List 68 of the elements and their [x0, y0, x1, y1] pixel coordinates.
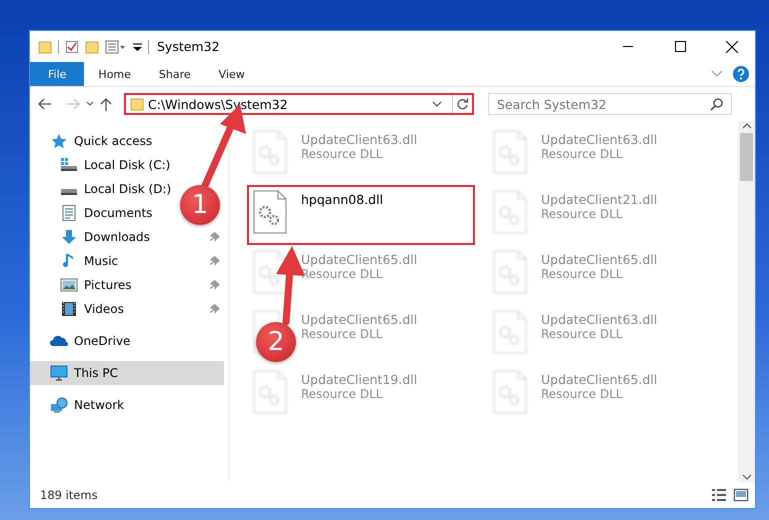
search-field[interactable]: Search System32: [488, 93, 732, 115]
recent-locations-button[interactable]: [86, 101, 94, 107]
dll-file-icon: [253, 250, 287, 294]
file-type: Resource DLL: [301, 267, 384, 281]
scrollbar[interactable]: [738, 121, 755, 482]
help-icon[interactable]: [733, 66, 749, 82]
dll-file-icon: [493, 190, 527, 234]
dll-file-icon: [253, 130, 287, 174]
nav-item[interactable]: This PC: [50, 365, 118, 381]
file-type: Resource DLL: [301, 147, 384, 161]
file-type: Resource DLL: [541, 147, 624, 161]
ribbon-tab[interactable]: View: [204, 62, 259, 86]
file-type: Resource DLL: [541, 327, 624, 341]
file-type: Resource DLL: [541, 387, 624, 401]
cloud-icon: [50, 333, 68, 349]
dll-file-icon: [493, 370, 527, 414]
nav-item[interactable]: Local Disk (D:): [60, 182, 172, 196]
star-icon: [50, 133, 68, 149]
drive-icon: [60, 188, 78, 196]
back-button[interactable]: [38, 98, 52, 110]
nav-item[interactable]: OneDrive: [50, 333, 130, 349]
nav-item[interactable]: Quick access: [50, 133, 152, 149]
film-icon: [60, 301, 78, 317]
nav-item[interactable]: Downloads: [60, 229, 150, 245]
scrollbar-thumb[interactable]: [740, 133, 753, 181]
drive-icon: [60, 157, 78, 173]
nav-item[interactable]: Documents: [60, 205, 152, 221]
ribbon-tab[interactable]: Home: [84, 62, 145, 86]
file-type: Resource DLL: [301, 387, 384, 401]
nav-item[interactable]: Videos: [60, 301, 124, 317]
network-icon: [50, 397, 68, 413]
monitor-icon: [50, 365, 68, 381]
nav-item[interactable]: Local Disk (C:): [60, 157, 170, 173]
customize-dropdown-icon[interactable]: [133, 42, 142, 52]
dropdown-icon[interactable]: [432, 101, 442, 107]
expand-ribbon-icon[interactable]: [711, 70, 723, 78]
ribbon-tab[interactable]: File: [30, 62, 84, 86]
dll-file-icon: [493, 310, 527, 354]
dll-file-icon: [253, 370, 287, 414]
nav-item[interactable]: Network: [50, 397, 124, 413]
scroll-up-icon[interactable]: [742, 121, 752, 131]
file-name[interactable]: hpqann08.dll: [301, 190, 384, 207]
address-field[interactable]: C:\Windows\System32: [124, 93, 474, 115]
dll-file-icon: [253, 190, 287, 234]
view-options-icon[interactable]: [105, 40, 127, 54]
close-icon[interactable]: [726, 40, 738, 52]
dll-file-icon: [493, 130, 527, 174]
file-type: Resource DLL: [301, 327, 384, 341]
up-button[interactable]: [100, 97, 112, 111]
large-icons-view-icon[interactable]: [733, 488, 749, 502]
nav-item[interactable]: Music: [60, 253, 118, 269]
down-arrow-icon: [60, 229, 78, 245]
file-type: Resource DLL: [541, 267, 624, 281]
details-view-icon[interactable]: [711, 488, 727, 502]
window-title: System32: [157, 39, 221, 54]
folder-icon: [130, 97, 144, 111]
properties-icon[interactable]: [65, 40, 79, 54]
picture-icon: [60, 277, 78, 293]
refresh-icon[interactable]: [456, 98, 469, 110]
search-icon: [710, 98, 723, 110]
scroll-down-icon[interactable]: [742, 472, 752, 482]
maximize-icon[interactable]: [674, 41, 686, 52]
dll-file-icon: [493, 250, 527, 294]
file-type: Resource DLL: [541, 207, 624, 221]
item-count: 189 items: [40, 488, 99, 502]
ribbon-tab[interactable]: Share: [144, 62, 205, 86]
nav-item[interactable]: Pictures: [60, 277, 132, 293]
document-icon: [60, 205, 78, 221]
